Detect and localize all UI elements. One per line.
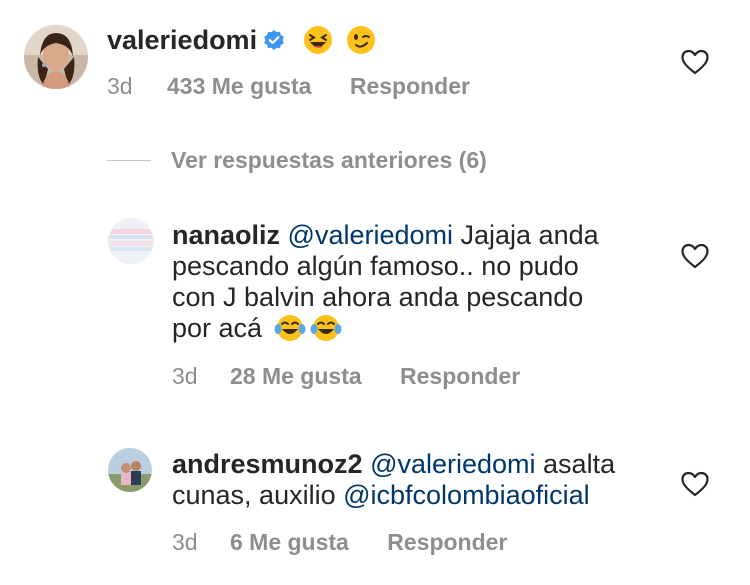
reply-button[interactable]: Responder	[387, 529, 507, 556]
comment-text-2: nanaoliz @valeriedomi Jajaja anda pescan…	[172, 220, 652, 350]
username-andresmunoz2[interactable]: andresmunoz2	[172, 449, 363, 479]
comment-body: cunas, auxilio	[172, 480, 344, 510]
grinning-squinting-emoji-icon	[303, 25, 333, 62]
comment-body: Jajaja anda	[453, 220, 599, 250]
comment-body: por acá	[172, 313, 263, 343]
mention-link[interactable]: @valeriedomi	[370, 449, 535, 479]
reply-button[interactable]: Responder	[350, 73, 470, 100]
comment-body: asalta	[535, 449, 616, 479]
comment-text-3: andresmunoz2 @valeriedomi asalta cunas, …	[172, 449, 652, 511]
comment-meta-2: 3d 28 Me gusta Responder	[172, 363, 520, 390]
heart-outline-icon[interactable]	[680, 48, 710, 76]
avatar-andresmunoz2[interactable]	[108, 448, 152, 492]
tears-of-joy-emoji-icon	[310, 313, 342, 350]
comment-time: 3d	[172, 529, 198, 555]
likes-count[interactable]: 433 Me gusta	[167, 73, 311, 100]
reply-button[interactable]: Responder	[400, 363, 520, 390]
comment-time: 3d	[107, 73, 133, 99]
avatar-valeriedomi[interactable]	[24, 25, 88, 89]
avatar-nanaoliz[interactable]	[108, 218, 154, 264]
comment-text-1: valeriedomi	[107, 25, 376, 62]
heart-outline-icon[interactable]	[680, 242, 710, 270]
comment-body: pescando algún famoso.. no pudo	[172, 251, 579, 281]
view-replies-label[interactable]: Ver respuestas anteriores (6)	[171, 147, 487, 174]
likes-count[interactable]: 28 Me gusta	[230, 363, 362, 390]
heart-outline-icon[interactable]	[680, 470, 710, 498]
likes-count[interactable]: 6 Me gusta	[230, 529, 349, 556]
divider-line	[107, 159, 151, 161]
mention-link[interactable]: @icbfcolombiaoficial	[343, 480, 590, 510]
comment-body: con J balvin ahora anda pescando	[172, 282, 584, 312]
winking-emoji-icon	[346, 25, 376, 62]
verified-badge-icon	[263, 27, 285, 58]
username-nanaoliz[interactable]: nanaoliz	[172, 220, 280, 250]
tears-of-joy-emoji-icon	[274, 313, 306, 350]
mention-link[interactable]: @valeriedomi	[288, 220, 453, 250]
comment-time: 3d	[172, 363, 198, 389]
view-previous-replies[interactable]: Ver respuestas anteriores (6)	[107, 145, 487, 175]
comment-meta-1: 3d 433 Me gusta Responder	[107, 73, 470, 100]
comment-meta-3: 3d 6 Me gusta Responder	[172, 529, 507, 556]
username-valeriedomi[interactable]: valeriedomi	[107, 25, 257, 55]
